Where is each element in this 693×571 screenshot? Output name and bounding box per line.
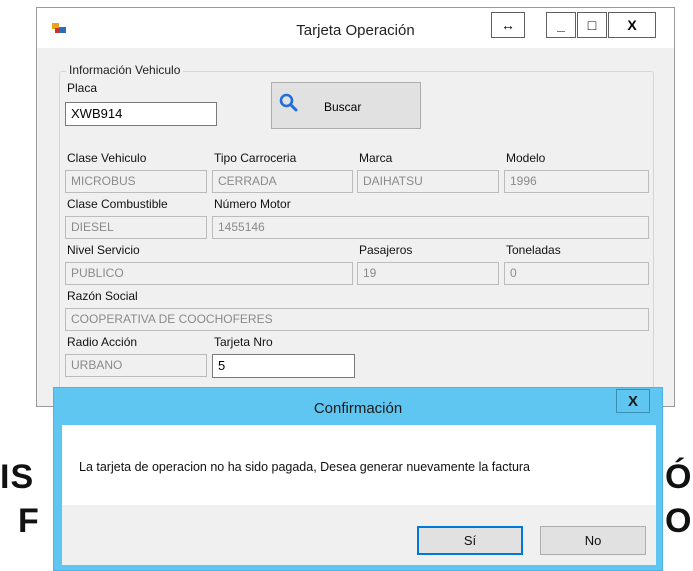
search-button-label: Buscar: [324, 100, 362, 114]
marca-field[interactable]: DAIHATSU: [357, 170, 499, 193]
search-button[interactable]: Buscar: [271, 82, 421, 129]
radio-accion-label: Radio Acción: [67, 335, 138, 349]
window-titlebar[interactable]: Tarjeta Operación ↔ _ □ X: [37, 8, 674, 48]
razon-social-field[interactable]: COOPERATIVA DE COOCHOFERES: [65, 308, 649, 331]
placa-label: Placa: [67, 81, 98, 95]
numero-motor-field[interactable]: 1455146: [212, 216, 649, 239]
radio-accion-field[interactable]: URBANO: [65, 354, 207, 377]
resize-button[interactable]: ↔: [491, 12, 525, 38]
dialog-body: La tarjeta de operacion no ha sido pagad…: [62, 425, 656, 565]
tarjeta-operacion-window: Tarjeta Operación ↔ _ □ X Información Ve…: [36, 7, 675, 407]
vehicle-info-group-title: Información Vehiculo: [66, 63, 184, 77]
dialog-message: La tarjeta de operacion no ha sido pagad…: [79, 460, 531, 474]
modelo-field[interactable]: 1996: [504, 170, 649, 193]
pasajeros-label: Pasajeros: [359, 243, 413, 257]
tarjeta-nro-label: Tarjeta Nro: [214, 335, 273, 349]
search-icon: [279, 93, 298, 112]
nivel-servicio-field[interactable]: PUBLICO: [65, 262, 353, 285]
toneladas-field[interactable]: 0: [504, 262, 649, 285]
maximize-button[interactable]: □: [577, 12, 607, 38]
pasajeros-field[interactable]: 19: [357, 262, 499, 285]
close-button[interactable]: X: [608, 12, 656, 38]
yes-button[interactable]: Sí: [417, 526, 523, 555]
modelo-label: Modelo: [506, 151, 546, 165]
numero-motor-label: Número Motor: [214, 197, 291, 211]
background-text-right: Ó: [665, 458, 693, 496]
clase-combustible-field[interactable]: DIESEL: [65, 216, 207, 239]
tipo-carroceria-field[interactable]: CERRADA: [212, 170, 353, 193]
close-icon: X: [627, 392, 638, 410]
marca-label: Marca: [359, 151, 393, 165]
nivel-servicio-label: Nivel Servicio: [67, 243, 140, 257]
confirmation-dialog: Confirmación X La tarjeta de operacion n…: [53, 387, 663, 571]
razon-social-label: Razón Social: [67, 289, 138, 303]
background-text-right-2: O: [665, 502, 693, 540]
background-text-left: IS: [0, 458, 35, 496]
placa-input[interactable]: XWB914: [65, 102, 217, 126]
clase-vehiculo-label: Clase Vehiculo: [67, 151, 147, 165]
dialog-title: Confirmación: [313, 400, 403, 417]
no-button[interactable]: No: [540, 526, 646, 555]
clase-vehiculo-field[interactable]: MICROBUS: [65, 170, 207, 193]
toneladas-label: Toneladas: [506, 243, 561, 257]
clase-combustible-label: Clase Combustible: [67, 197, 168, 211]
dialog-close-button[interactable]: X: [616, 389, 650, 413]
tipo-carroceria-label: Tipo Carroceria: [214, 151, 297, 165]
minimize-button[interactable]: _: [546, 12, 576, 38]
tarjeta-nro-input[interactable]: 5: [212, 354, 355, 378]
background-text-left-2: F: [18, 502, 40, 540]
dialog-message-area: La tarjeta de operacion no ha sido pagad…: [62, 425, 656, 505]
